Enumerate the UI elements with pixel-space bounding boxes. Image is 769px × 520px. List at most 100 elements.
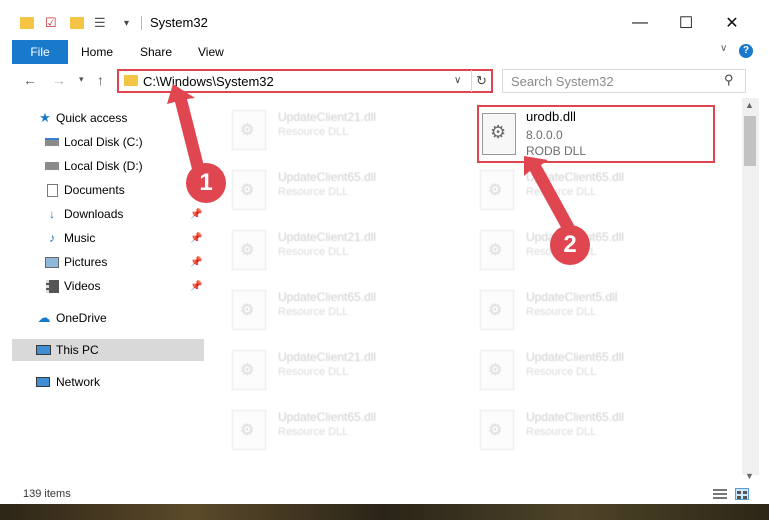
details-view-icon[interactable] <box>713 488 727 500</box>
sidebar-item-local-disk-d[interactable]: Local Disk (D:) <box>0 155 204 177</box>
quick-access-toolbar-icon[interactable]: ☰ <box>94 14 106 32</box>
properties-icon[interactable]: ☑ <box>45 14 57 32</box>
list-item[interactable]: UpdateClient65.dll Resource DLL <box>232 286 462 336</box>
navigation-pane: ★ Quick access Local Disk (C:) Local Dis… <box>0 98 206 475</box>
ribbon <box>0 40 769 64</box>
dll-file-icon <box>232 110 266 150</box>
dll-file-icon <box>480 410 514 450</box>
address-folder-icon <box>124 75 138 86</box>
pc-icon <box>35 343 51 357</box>
list-item[interactable]: UpdateClient65.dll Resource DLL <box>480 166 710 216</box>
expand-ribbon-icon[interactable]: ∨ <box>720 43 727 54</box>
file-name: UpdateClient65.dll <box>526 410 625 424</box>
sidebar-item-label: This PC <box>56 343 99 357</box>
pictures-icon <box>44 255 60 269</box>
status-bar <box>0 484 769 504</box>
pin-icon[interactable]: 📌 <box>190 257 202 268</box>
scroll-thumb[interactable] <box>744 116 756 166</box>
file-name: UpdateClient5.dll <box>526 290 618 304</box>
file-name: UpdateClient65.dll <box>278 410 377 424</box>
help-icon[interactable]: ? <box>739 44 753 58</box>
list-item[interactable]: UpdateClient5.dll Resource DLL <box>480 286 710 336</box>
sidebar-item-local-disk-c[interactable]: Local Disk (C:) <box>0 131 204 153</box>
pin-icon[interactable]: 📌 <box>190 281 202 292</box>
list-item[interactable]: UpdateClient65.dll Resource DLL <box>232 406 462 456</box>
large-icons-view-icon[interactable] <box>735 488 749 500</box>
back-arrow-icon[interactable]: ← <box>23 72 37 88</box>
download-icon: ↓ <box>49 207 55 221</box>
item-count: 139 items <box>23 488 71 500</box>
sidebar-item-label: Network <box>56 375 101 389</box>
close-button[interactable]: ✕ <box>709 10 755 36</box>
file-type: Resource DLL <box>526 366 597 378</box>
sidebar-item-downloads[interactable]: ↓ Downloads 📌 <box>0 203 204 225</box>
new-folder-icon[interactable] <box>70 14 84 32</box>
sidebar-item-label: Pictures <box>64 255 108 269</box>
address-path[interactable]: C:\Windows\System32 <box>143 74 274 89</box>
sidebar-item-quick-access[interactable]: ★ Quick access <box>0 107 204 129</box>
pin-icon[interactable]: 📌 <box>190 233 202 244</box>
dll-file-icon <box>232 290 266 330</box>
recent-locations-chevron-icon[interactable]: ▾ <box>79 74 84 85</box>
music-icon: ♪ <box>49 231 55 245</box>
tab-share[interactable]: Share <box>140 45 172 59</box>
sidebar-item-network[interactable]: Network <box>0 371 204 393</box>
title-separator <box>141 16 142 30</box>
customize-toolbar-chevron-icon[interactable]: ▾ <box>124 14 129 32</box>
file-type: Resource DLL <box>278 366 349 378</box>
dll-file-icon <box>232 230 266 270</box>
list-item[interactable]: UpdateClient21.dll Resource DLL <box>232 106 462 156</box>
title-bar: ☑ ☰ ▾ System32 — ☐ ✕ <box>0 0 769 44</box>
file-type: Resource DLL <box>526 306 597 318</box>
window-title: System32 <box>150 15 208 30</box>
forward-arrow-icon[interactable]: → <box>52 72 66 88</box>
file-name: UpdateClient21.dll <box>278 350 377 364</box>
scroll-up-icon[interactable]: ▲ <box>745 100 754 110</box>
dll-file-icon <box>232 170 266 210</box>
folder-icon[interactable] <box>20 14 34 32</box>
dll-file-icon <box>480 350 514 390</box>
sidebar-item-videos[interactable]: Videos 📌 <box>0 275 204 297</box>
sidebar-item-label: Videos <box>64 279 101 293</box>
dll-file-icon <box>480 230 514 270</box>
sidebar-item-pictures[interactable]: Pictures 📌 <box>0 251 204 273</box>
list-item[interactable]: UpdateClient65.dll Resource DLL <box>232 166 462 216</box>
drive-icon <box>44 135 60 149</box>
sidebar-item-onedrive[interactable]: ☁ OneDrive <box>0 307 204 329</box>
list-item[interactable]: UpdateClient65.dll Resource DLL <box>480 346 710 396</box>
tab-file[interactable]: File <box>12 40 68 64</box>
sidebar-item-label: Music <box>64 231 96 245</box>
list-item[interactable]: UpdateClient21.dll Resource DLL <box>232 346 462 396</box>
documents-icon <box>44 183 60 197</box>
file-type: Resource DLL <box>278 426 349 438</box>
address-dropdown-chevron-icon[interactable]: ∨ <box>454 75 461 86</box>
sidebar-item-this-pc[interactable]: This PC <box>12 339 204 361</box>
sidebar-item-label: Documents <box>64 183 125 197</box>
list-item[interactable]: UpdateClient65.dll Resource DLL <box>480 406 710 456</box>
list-item[interactable]: UpdateClient21.dll Resource DLL <box>232 226 462 276</box>
file-type: Resource DLL <box>278 186 349 198</box>
file-type: Resource DLL <box>278 126 349 138</box>
callout-number-1: 1 <box>186 163 226 203</box>
callout-number-2: 2 <box>550 225 590 265</box>
file-name: UpdateClient65.dll <box>278 170 377 184</box>
drive-icon <box>44 159 60 173</box>
search-placeholder: Search System32 <box>511 74 614 89</box>
file-type: Resource DLL <box>526 186 597 198</box>
refresh-icon[interactable]: ↻ <box>471 70 491 92</box>
tab-home[interactable]: Home <box>81 45 113 59</box>
videos-icon <box>44 279 60 293</box>
sidebar-item-documents[interactable]: Documents <box>0 179 204 201</box>
minimize-button[interactable]: — <box>617 10 663 36</box>
maximize-button[interactable]: ☐ <box>663 10 709 36</box>
file-name: UpdateClient21.dll <box>278 230 377 244</box>
search-icon[interactable]: ⚲ <box>724 72 734 88</box>
pin-icon[interactable]: 📌 <box>190 209 202 220</box>
scroll-down-icon[interactable]: ▼ <box>745 471 754 481</box>
star-icon: ★ <box>39 110 51 125</box>
tab-view[interactable]: View <box>198 45 224 59</box>
sidebar-item-music[interactable]: ♪ Music 📌 <box>0 227 204 249</box>
list-item[interactable]: UpdateClient65.dll Resource DLL <box>480 226 710 276</box>
sidebar-item-label: OneDrive <box>56 311 107 325</box>
up-arrow-icon[interactable]: ↑ <box>97 72 104 88</box>
